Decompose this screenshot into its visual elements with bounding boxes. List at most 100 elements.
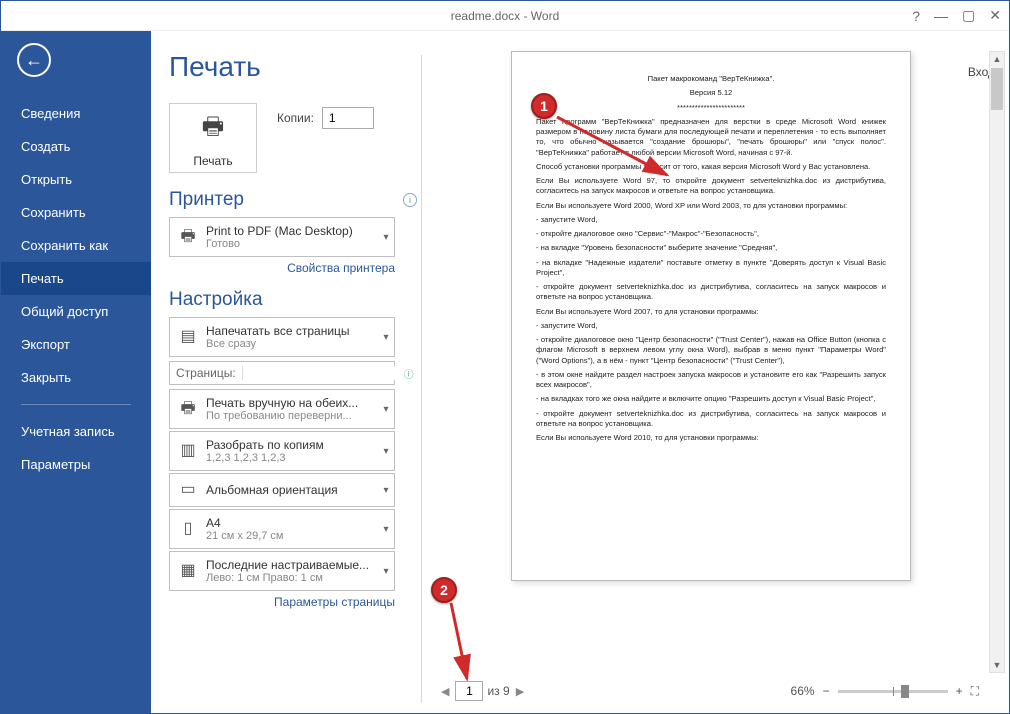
doc-sep: ***********************	[536, 103, 886, 113]
pages-field: Страницы: ⓘ	[169, 361, 395, 385]
doc-para: - на вкладках того же окна найдите и вкл…	[536, 394, 886, 404]
margins-label: Последние настраиваемые...	[206, 558, 378, 572]
callout-2: 2	[431, 577, 457, 603]
app-window: readme.docx - Word ? — ▢ ✕ ← Сведения Со…	[0, 0, 1010, 714]
doc-para: - на вкладке "Надежные издатели" поставь…	[536, 258, 886, 279]
zoom-slider[interactable]	[838, 690, 948, 693]
doc-para: - запустите Word,	[536, 215, 886, 225]
pages-input[interactable]	[243, 366, 404, 380]
close-icon[interactable]: ✕	[989, 7, 1001, 24]
nav-item-info[interactable]: Сведения	[1, 97, 151, 130]
chevron-down-icon: ▾	[378, 485, 394, 496]
doc-para: Если Вы используете Word 97, то откройте…	[536, 176, 886, 197]
nav-item-options[interactable]: Параметры	[1, 448, 151, 481]
back-button[interactable]: ←	[17, 43, 51, 77]
nav-item-account[interactable]: Учетная запись	[1, 415, 151, 448]
print-preview: Пакет макрокоманд "ВерТеКнижка". Версия …	[421, 31, 1009, 713]
print-range-dropdown[interactable]: ▤ Напечатать все страницы Все сразу ▾	[169, 317, 395, 357]
collate-sub: 1,2,3 1,2,3 1,2,3	[206, 452, 378, 464]
window-title: readme.docx - Word	[451, 9, 560, 23]
nav-item-print[interactable]: Печать	[1, 262, 151, 295]
info-icon[interactable]: ⓘ	[404, 366, 414, 381]
printer-icon: 🖶	[202, 109, 225, 150]
chevron-down-icon: ▾	[378, 524, 394, 535]
maximize-icon[interactable]: ▢	[962, 7, 975, 24]
chevron-down-icon: ▾	[378, 232, 394, 243]
papersize-label: A4	[206, 516, 378, 530]
duplex-icon: 🖶	[177, 398, 199, 420]
content: Вход Печать 🖶 Печать Копии: Принтер i	[151, 31, 1009, 713]
vertical-divider	[421, 55, 422, 703]
preview-scrollbar[interactable]: ▲ ▼	[989, 51, 1005, 673]
doc-para: Способ установки программы зависит от то…	[536, 162, 886, 172]
page-setup-link[interactable]: Параметры страницы	[169, 595, 395, 609]
nav-item-export[interactable]: Экспорт	[1, 328, 151, 361]
scroll-thumb[interactable]	[991, 68, 1003, 110]
collate-label: Разобрать по копиям	[206, 438, 378, 452]
margins-icon: ▦	[177, 560, 199, 582]
duplex-label: Печать вручную на обеих...	[206, 396, 378, 410]
collate-dropdown[interactable]: ▥ Разобрать по копиям 1,2,3 1,2,3 1,2,3 …	[169, 431, 395, 471]
printer-name: Print to PDF (Mac Desktop)	[206, 224, 378, 238]
papersize-dropdown[interactable]: ▯ A4 21 см x 29,7 см ▾	[169, 509, 395, 549]
nav-item-share[interactable]: Общий доступ	[1, 295, 151, 328]
zoom-in-button[interactable]: +	[956, 684, 963, 698]
duplex-sub: По требованию переверни...	[206, 410, 378, 422]
copies-input[interactable]	[322, 107, 374, 129]
printer-small-icon: 🖶	[177, 226, 199, 248]
chevron-down-icon: ▾	[378, 446, 394, 457]
document-preview-page: Пакет макрокоманд "ВерТеКнижка". Версия …	[511, 51, 911, 581]
doc-version: Версия 5.12	[536, 88, 886, 98]
printer-dropdown[interactable]: 🖶 Print to PDF (Mac Desktop) Готово ▾	[169, 217, 395, 257]
scroll-down-icon[interactable]: ▼	[993, 658, 1002, 672]
fit-page-button[interactable]: ⛶	[971, 684, 979, 699]
preview-footer: ◀ из 9 ▶ 66% − + ⛶	[435, 675, 987, 713]
margins-sub: Лево: 1 см Право: 1 см	[206, 572, 378, 584]
backstage-nav: ← Сведения Создать Открыть Сохранить Сох…	[1, 31, 151, 713]
doc-para: - в этом окне найдите раздел настроек за…	[536, 370, 886, 391]
page-icon: ▯	[177, 518, 199, 540]
window-controls: ? — ▢ ✕	[912, 7, 1001, 24]
page-title: Печать	[169, 51, 421, 83]
print-button-label: Печать	[193, 154, 232, 168]
zoom-out-button[interactable]: −	[823, 684, 830, 698]
callout-1: 1	[531, 93, 557, 119]
help-icon[interactable]: ?	[912, 8, 920, 24]
arrow-left-icon: ←	[25, 50, 43, 71]
nav-item-new[interactable]: Создать	[1, 130, 151, 163]
info-icon[interactable]: i	[403, 193, 417, 207]
printer-heading: Принтер	[169, 189, 244, 211]
minimize-icon[interactable]: —	[934, 8, 948, 24]
margins-dropdown[interactable]: ▦ Последние настраиваемые... Лево: 1 см …	[169, 551, 395, 591]
preview-area: Пакет макрокоманд "ВерТеКнижка". Версия …	[435, 51, 987, 675]
print-button[interactable]: 🖶 Печать	[169, 103, 257, 173]
print-range-sub: Все сразу	[206, 338, 378, 350]
doc-para: - на вкладке "Уровень безопасности" выбе…	[536, 243, 886, 253]
nav-item-save[interactable]: Сохранить	[1, 196, 151, 229]
collate-icon: ▥	[177, 440, 199, 462]
nav-item-open[interactable]: Открыть	[1, 163, 151, 196]
doc-para: Если Вы используете Word 2007, то для ус…	[536, 307, 886, 317]
nav-item-close[interactable]: Закрыть	[1, 361, 151, 394]
printer-properties-link[interactable]: Свойства принтера	[169, 261, 395, 275]
print-range-label: Напечатать все страницы	[206, 324, 378, 338]
chevron-down-icon: ▾	[378, 332, 394, 343]
zoom-knob[interactable]	[901, 685, 909, 698]
scroll-up-icon[interactable]: ▲	[993, 52, 1002, 66]
print-settings: Печать 🖶 Печать Копии: Принтер i	[151, 31, 421, 713]
papersize-sub: 21 см x 29,7 см	[206, 530, 378, 542]
pages-label: Страницы:	[170, 366, 243, 380]
orientation-dropdown[interactable]: ▭ Альбомная ориентация ▾	[169, 473, 395, 507]
duplex-dropdown[interactable]: 🖶 Печать вручную на обеих... По требован…	[169, 389, 395, 429]
chevron-down-icon: ▾	[378, 566, 394, 577]
copies-label: Копии:	[277, 111, 314, 125]
doc-para: - запустите Word,	[536, 321, 886, 331]
doc-para: - откройте документ setverteknizhka.doc …	[536, 282, 886, 303]
prev-page-button[interactable]: ◀	[439, 685, 451, 698]
next-page-button[interactable]: ▶	[514, 685, 526, 698]
orientation-icon: ▭	[177, 479, 199, 501]
current-page-input[interactable]	[455, 681, 483, 701]
settings-heading: Настройка	[169, 289, 263, 311]
doc-para: Пакет программ "ВерТеКнижка" предназначе…	[536, 117, 886, 158]
nav-item-saveas[interactable]: Сохранить как	[1, 229, 151, 262]
